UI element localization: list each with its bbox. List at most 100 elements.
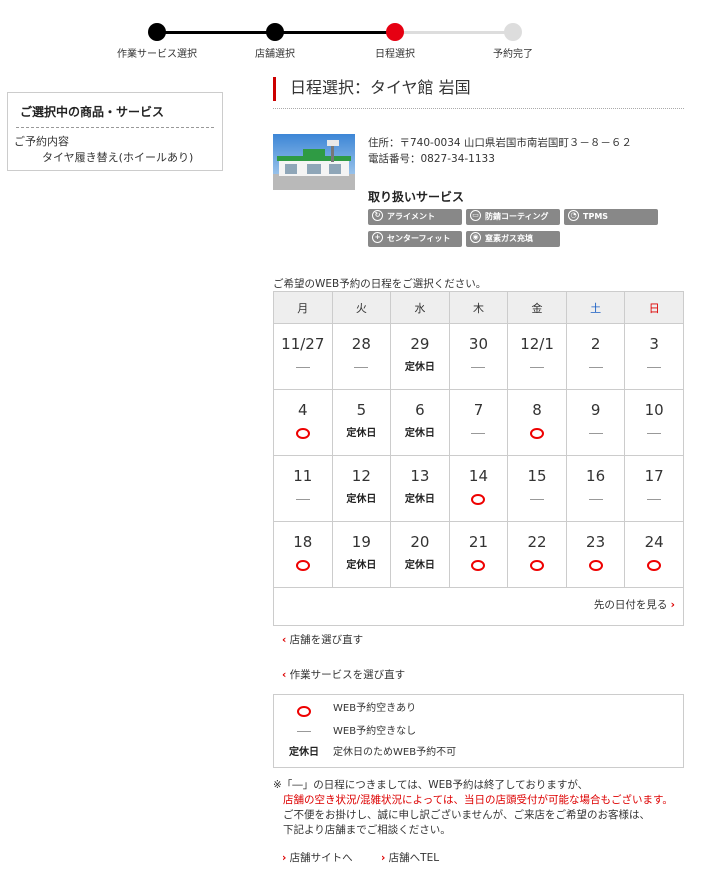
store-photo	[273, 134, 355, 190]
step-label-complete: 予約完了	[493, 49, 533, 60]
available-circle-icon	[295, 559, 310, 571]
calendar-date: 2	[590, 335, 601, 353]
notice-text: ※「―」の日程につきましては、WEB予約は終了しておりますが、 店舗の空き状況/…	[273, 778, 673, 838]
calendar-day-cell[interactable]: 14	[448, 455, 509, 522]
refresh-icon: ↻	[372, 210, 383, 221]
closed-day-label: 定休日	[404, 428, 435, 439]
unavailable-dash-icon	[471, 366, 486, 368]
calendar-date: 7	[473, 401, 484, 419]
calendar-day-cell: 11/27	[273, 323, 333, 390]
calendar-day-cell[interactable]: 8	[507, 389, 567, 456]
next-dates-link[interactable]: 先の日付を見る ›	[594, 597, 675, 612]
calendar-date: 8	[532, 401, 542, 419]
calendar-day-cell[interactable]: 18	[273, 521, 333, 588]
unavailable-dash-icon	[588, 432, 603, 434]
unavailable-dash-icon	[333, 360, 391, 376]
step-dot-store	[266, 23, 284, 41]
sidebar-divider	[16, 127, 214, 128]
store-tel-link[interactable]: › 店舗へTEL	[381, 850, 439, 865]
available-circle-icon	[471, 559, 486, 571]
calendar-date: 17	[644, 467, 664, 485]
available-circle-icon	[471, 493, 486, 505]
calendar-day-cell[interactable]: 21	[448, 521, 509, 588]
reselect-service-link[interactable]: ‹ 作業サービスを選び直す	[282, 667, 405, 682]
progress-stepper: 作業サービス選択 店舗選択 日程選択 予約完了	[100, 18, 580, 68]
calendar-day-cell: 11	[273, 455, 333, 522]
notice-line-1: ※「―」の日程につきましては、WEB予約は終了しておりますが、	[273, 779, 589, 791]
calendar-date: 18	[293, 533, 313, 551]
calendar-date: 19	[351, 533, 371, 551]
calendar-date: 6	[415, 401, 425, 419]
calendar-day-cell[interactable]: 23	[565, 521, 626, 588]
closed-day-label: 定休日	[346, 494, 377, 505]
service-badge-alignment: ↻ アライメント	[368, 209, 462, 225]
reselect-store-link[interactable]: ‹ 店舗を選び直す	[282, 632, 363, 647]
available-circle-icon	[274, 426, 332, 442]
weekday-header-row: 月 火 水 木 金 土 日	[273, 291, 684, 324]
unavailable-dash-icon	[647, 432, 662, 434]
step-dot-complete	[504, 23, 522, 41]
calendar-day-cell: 16	[565, 455, 626, 522]
legend-row-open: WEB予約空きあり	[274, 702, 683, 722]
calendar-date: 9	[590, 401, 601, 419]
calendar-date: 28	[351, 335, 371, 353]
legend-text-closed: 定休日のためWEB予約不可	[333, 747, 457, 758]
calendar-day-cell: 6 定休日	[390, 389, 450, 456]
step-label-store: 店舗選択	[255, 49, 295, 60]
weekday-sun: 日	[624, 291, 684, 324]
calendar-day-cell[interactable]: 4	[273, 389, 333, 456]
available-circle-icon	[297, 705, 311, 717]
calendar-day-cell[interactable]: 24	[624, 521, 684, 588]
step-label-service: 作業サービス選択	[117, 49, 197, 60]
calendar-date: 3	[649, 335, 659, 353]
chevron-left-icon: ‹	[282, 669, 287, 681]
weekday-fri: 金	[507, 291, 567, 324]
store-site-link[interactable]: › 店舗サイトへ	[282, 850, 353, 865]
available-circle-icon	[274, 558, 332, 574]
service-badge-rust-coating: ▭ 防錆コーティング	[466, 209, 560, 225]
unavailable-dash-icon	[625, 426, 683, 442]
unavailable-dash-icon	[508, 360, 566, 376]
calendar-day-cell: 19 定休日	[331, 521, 392, 588]
weekday-wed: 水	[390, 291, 450, 324]
calendar-day-cell: 9	[565, 389, 626, 456]
calendar-day-cell[interactable]: 22	[507, 521, 567, 588]
unavailable-dash-icon	[567, 360, 625, 376]
calendar-date: 12	[351, 467, 371, 485]
store-phone: 電話番号：0827-34-1133	[368, 153, 495, 165]
unavailable-dash-icon	[274, 360, 332, 376]
calendar-footer: 先の日付を見る ›	[273, 586, 684, 626]
store-info: 住所：〒740-0034 山口県岩国市南岩国町３－８－６２ 電話番号：0827-…	[368, 135, 632, 167]
calendar-day-cell: 28	[331, 323, 392, 390]
available-circle-icon	[625, 558, 683, 574]
chevron-right-icon: ›	[670, 599, 675, 611]
unavailable-dash-icon	[625, 492, 683, 508]
service-badge-tpms: ◔ TPMS	[564, 209, 658, 225]
unavailable-dash-icon	[588, 498, 603, 500]
calendar-day-cell: 15	[507, 455, 567, 522]
step-dot-service	[148, 23, 166, 41]
unavailable-dash-icon	[567, 426, 625, 442]
unavailable-dash-icon	[450, 360, 508, 376]
unavailable-dash-icon	[295, 366, 310, 368]
calendar-legend: WEB予約空きあり WEB予約空きなし 定休日 定休日のためWEB予約不可	[273, 694, 684, 768]
closed-day-label: 定休日	[404, 560, 435, 571]
weekday-sat: 土	[565, 291, 626, 324]
available-circle-icon	[450, 492, 508, 508]
calendar-date: 24	[644, 533, 664, 551]
calendar-date: 23	[586, 533, 606, 551]
calendar-week-row: 11/27 28 29 定休日 30 12/1 2 3	[273, 323, 684, 390]
unavailable-dash-icon	[450, 426, 508, 442]
service-badge-center-fit: + センターフィット	[368, 231, 462, 247]
unavailable-dash-icon	[354, 366, 369, 368]
step-dot-schedule	[386, 23, 404, 41]
calendar-day-cell: 17	[624, 455, 684, 522]
available-circle-icon	[295, 427, 310, 439]
calendar-day-cell: 12 定休日	[331, 455, 392, 522]
calendar-date: 21	[468, 533, 489, 551]
unavailable-dash-icon	[508, 492, 566, 508]
available-circle-icon	[588, 559, 603, 571]
services-title: 取り扱いサービス	[368, 190, 465, 204]
unavailable-dash-icon	[297, 730, 311, 732]
next-dates-label: 先の日付を見る	[593, 599, 668, 611]
